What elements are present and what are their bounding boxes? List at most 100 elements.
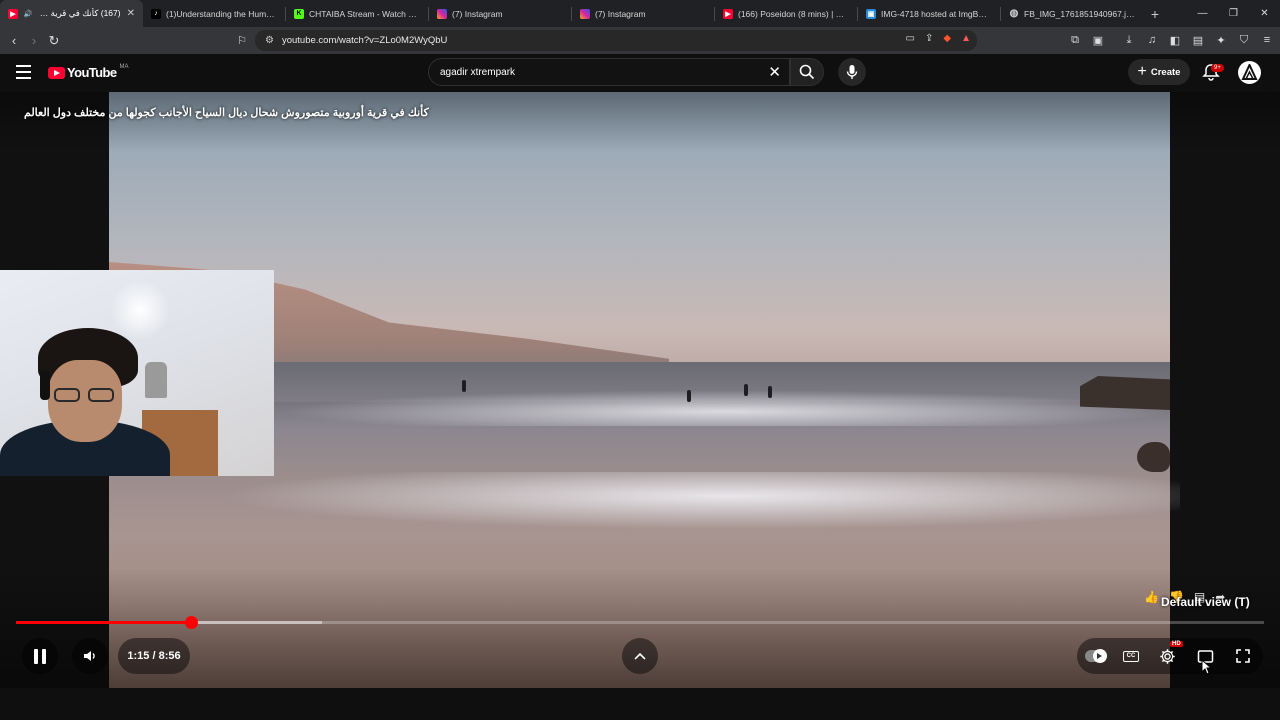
video-title[interactable]: كأنك في قرية أوروبية متصوروش شحال ديال ا… <box>24 106 429 119</box>
share-icon[interactable]: ⇪ <box>925 33 933 44</box>
url-field[interactable]: ⚙ youtube.com/watch?v=ZLo0M2WyQbU ▭ ⇪ ◆ … <box>255 30 977 51</box>
back-icon[interactable]: ‹ <box>4 33 24 48</box>
top-gradient <box>0 92 1280 152</box>
wallet-icon[interactable]: ▤ <box>1191 33 1205 47</box>
leo-ai-icon[interactable]: ✦ <box>1214 33 1228 47</box>
site-info-icon[interactable]: ⚙ <box>265 35 274 46</box>
autoplay-toggle[interactable] <box>1077 638 1113 674</box>
speaker-icon[interactable]: 🔊 <box>23 9 33 19</box>
scrubber-handle[interactable] <box>184 616 198 629</box>
close-tab-icon[interactable]: ✕ <box>127 8 135 19</box>
gear-icon <box>1159 648 1175 664</box>
search-input[interactable]: agadir xtrempark ✕ <box>428 58 790 86</box>
subtitles-button[interactable]: CC <box>1113 638 1149 674</box>
search-query[interactable]: agadir xtrempark <box>440 67 515 78</box>
hamburger-menu-icon[interactable] <box>16 65 31 79</box>
reload-icon[interactable]: ↻ <box>44 33 64 49</box>
tab-title: (167) كأنك في قرية أوروبية <box>38 8 121 18</box>
tab-title: (7) Instagram <box>452 8 503 19</box>
progress-bar[interactable] <box>16 616 1264 629</box>
video-player[interactable]: كأنك في قرية أوروبية متصوروش شحال ديال ا… <box>0 92 1280 688</box>
browser-tab[interactable]: ◍ FB_IMG_1761851940967.jpg ( <box>1001 0 1143 27</box>
time-display: 1:15 / 8:56 <box>118 638 190 674</box>
notification-badge: 9+ <box>1211 64 1224 72</box>
search-icon <box>799 64 815 80</box>
new-tab-button[interactable]: + <box>1143 6 1167 22</box>
pause-button[interactable] <box>22 638 58 674</box>
restore-icon[interactable]: ❐ <box>1218 0 1249 27</box>
fullscreen-button[interactable] <box>1225 638 1261 674</box>
menu-icon[interactable]: ≡ <box>1260 33 1274 47</box>
progress-played <box>16 621 191 624</box>
autoplay-toggle-icon <box>1085 649 1107 663</box>
browser-tab[interactable]: ▣ IMG-4718 hosted at ImgBB — <box>858 0 1000 27</box>
vpn-icon[interactable]: ⛉ <box>1237 33 1251 47</box>
cast-icon[interactable]: ▭ <box>906 33 915 44</box>
chevron-up-icon <box>634 652 646 660</box>
pip-icon[interactable]: ▣ <box>1091 33 1105 47</box>
kick-icon: K <box>294 8 304 19</box>
close-window-icon[interactable]: ✕ <box>1249 0 1280 27</box>
voice-search-button[interactable] <box>838 58 866 86</box>
hd-badge: HD <box>1170 641 1183 647</box>
bookmark-icon[interactable]: ⚐ <box>232 34 252 47</box>
download-icon[interactable]: ⤓ <box>1122 33 1136 47</box>
clear-search-icon[interactable]: ✕ <box>768 63 781 81</box>
mute-button[interactable] <box>72 638 108 674</box>
create-button[interactable]: + Create <box>1128 59 1190 85</box>
window-controls: — ❐ ✕ <box>1187 0 1280 27</box>
youtube-icon: ▶ <box>8 8 18 19</box>
youtube-masthead: YouTube MA agadir xtrempark ✕ + Create 9… <box>0 54 1280 92</box>
youtube-icon: ▶ <box>723 8 733 19</box>
sidebar-icon[interactable]: ◧ <box>1168 33 1182 47</box>
tab-title: IMG-4718 hosted at ImgBB — <box>881 8 992 19</box>
tab-title: CHTAIBA Stream - Watch Live o <box>309 8 420 19</box>
plus-icon: + <box>1137 63 1147 80</box>
volume-icon <box>84 651 95 661</box>
browser-tab[interactable]: K CHTAIBA Stream - Watch Live o <box>286 0 428 27</box>
brave-shields-icon[interactable]: ◆ <box>943 33 951 44</box>
browser-tab[interactable]: ▶ (166) Poseidon (8 mins) | God o <box>715 0 857 27</box>
youtube-play-icon <box>48 66 65 79</box>
expand-description-button[interactable] <box>622 638 658 674</box>
video-rock <box>1137 442 1170 472</box>
pause-icon <box>34 648 38 664</box>
page-bottom <box>0 688 1280 720</box>
video-swimmer <box>768 386 772 398</box>
youtube-wordmark: YouTube <box>67 65 117 80</box>
webcam-trophy <box>145 362 167 398</box>
mouse-cursor-icon <box>1201 659 1212 675</box>
search-button[interactable] <box>790 58 824 86</box>
url-text[interactable]: youtube.com/watch?v=ZLo0M2WyQbU <box>282 35 447 46</box>
video-rocks <box>1080 376 1170 410</box>
address-bar-row: ‹ › ↻ ⚐ ⚙ youtube.com/watch?v=ZLo0M2WyQb… <box>0 27 1280 54</box>
forward-icon[interactable]: › <box>24 33 44 48</box>
browser-tab[interactable]: ♪ (1)Understanding the Humor i <box>143 0 285 27</box>
video-wave <box>280 390 1170 426</box>
brave-rewards-icon[interactable]: ▲ <box>961 33 971 44</box>
instagram-icon <box>580 8 590 19</box>
time-text: 1:15 / 8:56 <box>127 650 181 662</box>
webcam-headset <box>40 370 50 400</box>
microphone-icon <box>846 65 858 79</box>
default-view-tooltip: Default view (T) <box>1161 595 1250 609</box>
browser-tab-active[interactable]: ▶ 🔊 (167) كأنك في قرية أوروبية ✕ <box>0 0 143 27</box>
video-swimmer <box>744 384 748 396</box>
tab-title: (7) Instagram <box>595 8 646 19</box>
browser-tab[interactable]: (7) Instagram <box>572 0 714 27</box>
browser-tab[interactable]: (7) Instagram <box>429 0 571 27</box>
default-view-label: Default view <box>1161 595 1232 609</box>
account-avatar[interactable] <box>1238 61 1261 84</box>
extensions-icon[interactable]: ⧉ <box>1068 33 1082 47</box>
webcam-light <box>110 280 170 340</box>
webcam-overlay <box>0 270 274 476</box>
default-view-shortcut: T <box>1238 595 1246 609</box>
video-swimmer <box>687 390 691 402</box>
minimize-icon[interactable]: — <box>1187 0 1218 27</box>
like-icon[interactable]: 👍 <box>1144 590 1159 604</box>
video-swimmer <box>462 380 466 392</box>
globe-icon: ◍ <box>1009 8 1019 19</box>
country-code: MA <box>119 63 129 70</box>
media-icon[interactable]: ♫ <box>1145 33 1159 47</box>
youtube-logo[interactable]: YouTube MA <box>48 63 129 80</box>
